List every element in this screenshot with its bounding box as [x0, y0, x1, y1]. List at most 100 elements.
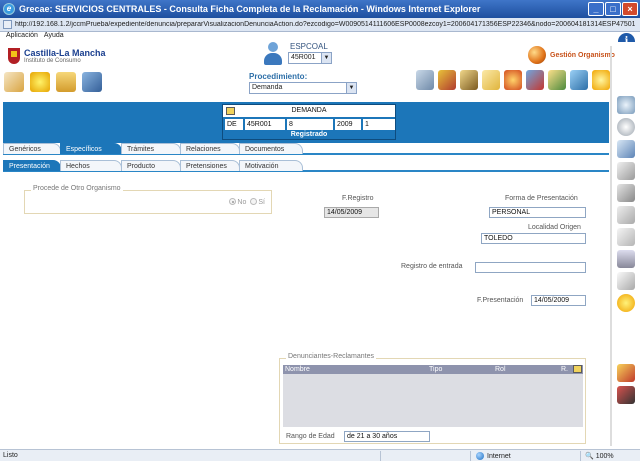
demanda-cell-type: DE — [225, 119, 243, 130]
globe-tool-icon[interactable] — [504, 70, 522, 90]
tab-especificos[interactable]: Específicos — [60, 143, 122, 154]
rango-field[interactable]: de 21 a 30 años — [344, 431, 430, 442]
tab-presentacion[interactable]: Presentación — [3, 160, 61, 171]
forma-field[interactable]: PERSONAL — [489, 207, 586, 218]
menu-aplicacion[interactable]: Aplicación — [6, 32, 38, 42]
app-header: Castilla-La Mancha Instituto de Consumo … — [0, 42, 640, 102]
demanda-cell-number: 8 — [287, 119, 333, 130]
copy-icon[interactable] — [617, 162, 635, 180]
zoom-control[interactable]: 🔍 100% — [585, 452, 614, 461]
zone-indicator: Internet — [476, 452, 511, 460]
address-bar[interactable]: http://192.168.1.2/jccmPrueba/expediente… — [0, 18, 640, 32]
window-controls: _ □ × — [588, 2, 638, 16]
procede-fieldset: Procede de Otro Organismo No Sí — [24, 185, 272, 214]
procedimiento-label: Procedimiento: — [249, 72, 308, 81]
demanda-cells: DE 45R001 8 2009 1 — [225, 119, 395, 130]
denunciantes-grid[interactable]: Nombre Tipo Rol R. — [283, 365, 583, 427]
registro-entrada-label: Registro de entrada — [401, 263, 463, 270]
print-icon[interactable] — [617, 184, 635, 202]
pages-icon[interactable] — [617, 140, 635, 158]
right-toolbar — [416, 70, 610, 90]
gestion-organismo-link[interactable]: Gestión Organismo — [528, 46, 615, 64]
books-icon[interactable] — [438, 70, 456, 90]
primary-tabs: Genéricos Específicos Trámites Relacione… — [3, 143, 609, 155]
envelope-icon[interactable] — [482, 70, 500, 90]
maximize-button[interactable]: □ — [605, 2, 621, 16]
window-title-bar: e Grecae: SERVICIOS CENTRALES - Consulta… — [0, 0, 640, 18]
demanda-box: DEMANDA DE 45R001 8 2009 1 Registrado — [222, 104, 396, 140]
magnifier-icon[interactable] — [617, 96, 635, 114]
status-text: Listo — [3, 452, 18, 459]
ie-icon: e — [3, 3, 15, 15]
tab-tramites[interactable]: Trámites — [121, 143, 181, 154]
col-rol[interactable]: Rol — [495, 365, 506, 374]
floppy-icon[interactable] — [82, 72, 102, 92]
fregistro-label: F.Registro — [342, 195, 374, 202]
chevron-down-icon: ▼ — [321, 53, 331, 63]
logo-subtitle: Instituto de Consumo — [24, 58, 81, 64]
secondary-tabs: Presentación Hechos Producto Pretensione… — [3, 160, 609, 172]
user-label: ESPCOAL — [290, 42, 328, 51]
user-select[interactable]: 45R001 ▼ — [288, 52, 332, 64]
fax-icon[interactable] — [617, 206, 635, 224]
demanda-status: Registrado — [290, 131, 328, 138]
demanda-cell-year: 2009 — [335, 119, 361, 130]
radio-si[interactable]: Sí — [250, 198, 265, 206]
document-icon[interactable] — [4, 72, 24, 92]
col-r[interactable]: R. — [561, 365, 568, 374]
tab-hechos[interactable]: Hechos — [60, 160, 122, 171]
globe-icon — [528, 46, 546, 64]
page-icon — [3, 20, 12, 29]
close-button[interactable]: × — [622, 2, 638, 16]
search-box-icon[interactable] — [226, 107, 235, 115]
back-icon[interactable] — [617, 118, 635, 136]
truck-icon[interactable] — [617, 386, 635, 404]
users-icon[interactable] — [526, 70, 544, 90]
tab-genericos[interactable]: Genéricos — [3, 143, 61, 154]
zoom-level: 100% — [595, 452, 614, 460]
tab-producto[interactable]: Producto — [121, 160, 181, 171]
archive-icon[interactable] — [460, 70, 478, 90]
window-title: Grecae: SERVICIOS CENTRALES - Consulta F… — [19, 4, 481, 14]
registro-entrada-field[interactable] — [475, 262, 586, 273]
sun-icon[interactable] — [617, 294, 635, 312]
folder-icon[interactable] — [56, 72, 76, 92]
laptop-icon[interactable] — [416, 70, 434, 90]
scanner-icon[interactable] — [617, 228, 635, 246]
gear-icon[interactable] — [592, 70, 610, 90]
puzzle-icon[interactable] — [570, 70, 588, 90]
zoom-icon: 🔍 — [585, 453, 594, 460]
add-row-icon[interactable] — [573, 365, 582, 373]
user-icon — [262, 42, 284, 66]
procede-radios: No Sí — [229, 198, 265, 206]
radio-no[interactable]: No — [229, 198, 246, 206]
demanda-cell-seq: 1 — [363, 119, 395, 130]
tab-documentos[interactable]: Documentos — [239, 143, 303, 154]
procede-legend: Procede de Otro Organismo — [31, 185, 123, 192]
bulb-icon[interactable] — [30, 72, 50, 92]
col-tipo[interactable]: Tipo — [429, 365, 442, 374]
text-icon[interactable] — [617, 272, 635, 290]
jar-icon[interactable] — [617, 250, 635, 268]
tab-relaciones[interactable]: Relaciones — [180, 143, 240, 154]
demanda-cell-org: 45R001 — [245, 119, 285, 130]
logo-name: Castilla-La Mancha — [24, 48, 106, 58]
gestion-organismo-label: Gestión Organismo — [550, 51, 615, 59]
fpresentacion-field[interactable]: 14/05/2009 — [531, 295, 586, 306]
app-menu: Aplicación Ayuda — [0, 32, 64, 42]
tab-pretensiones[interactable]: Pretensiones — [180, 160, 240, 171]
localidad-field[interactable]: TOLEDO — [481, 233, 586, 244]
procedimiento-select[interactable]: Demanda ▼ — [249, 82, 357, 94]
col-nombre[interactable]: Nombre — [285, 365, 310, 374]
tools-icon[interactable] — [617, 364, 635, 382]
url-text[interactable]: http://192.168.1.2/jccmPrueba/expediente… — [15, 21, 635, 28]
shield-icon — [8, 48, 20, 64]
chart-icon[interactable] — [548, 70, 566, 90]
rango-label: Rango de Edad — [286, 433, 335, 440]
menu-ayuda[interactable]: Ayuda — [44, 32, 64, 42]
side-toolbar — [612, 96, 640, 404]
tab-motivacion[interactable]: Motivación — [239, 160, 303, 171]
minimize-button[interactable]: _ — [588, 2, 604, 16]
zone-label: Internet — [487, 452, 511, 460]
